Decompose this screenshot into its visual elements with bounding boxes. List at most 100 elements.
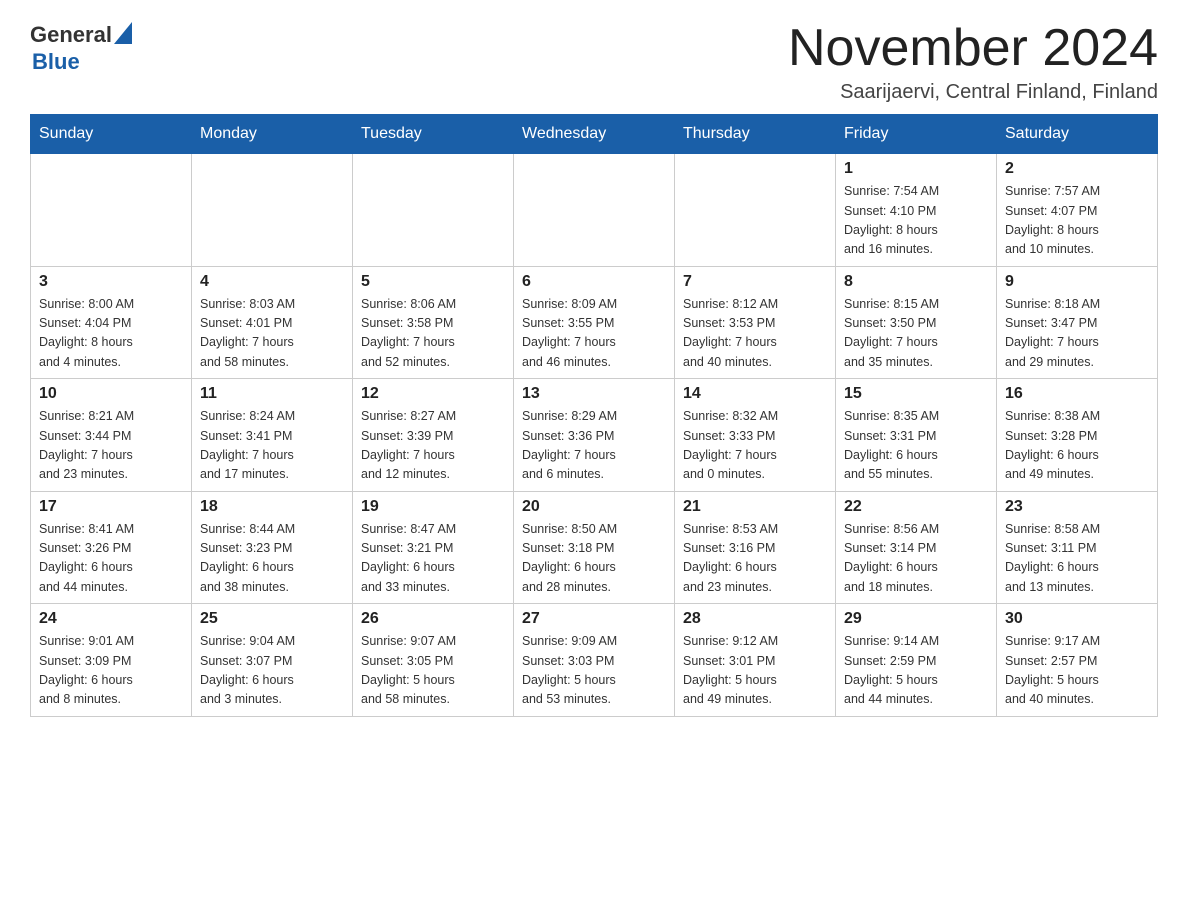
day-number: 7 (683, 273, 827, 291)
day-number: 15 (844, 385, 988, 403)
calendar-cell: 23 Sunrise: 8:58 AM Sunset: 3:11 PM Dayli… (997, 491, 1158, 604)
calendar-cell: 26Sunrise: 9:07 AM Sunset: 3:05 PM Dayli… (353, 604, 514, 717)
day-info: Sunrise: 7:54 AM Sunset: 4:10 PM Dayligh… (844, 182, 988, 260)
day-number: 30 (1005, 610, 1149, 628)
weekday-header-tuesday: Tuesday (353, 115, 514, 154)
weekday-header-wednesday: Wednesday (514, 115, 675, 154)
calendar-cell: 10 Sunrise: 8:21 AM Sunset: 3:44 PM Dayli… (31, 379, 192, 492)
calendar-cell (192, 154, 353, 267)
calendar-cell (675, 154, 836, 267)
day-number: 4 (200, 273, 344, 291)
location-title: Saarijaervi, Central Finland, Finland (788, 81, 1158, 104)
week-row-5: 24Sunrise: 9:01 AM Sunset: 3:09 PM Dayli… (31, 604, 1158, 717)
day-number: 20 (522, 498, 666, 516)
logo-general-text: General (30, 22, 112, 48)
weekday-header-monday: Monday (192, 115, 353, 154)
logo-triangle-icon (114, 22, 132, 44)
calendar-cell: 2 Sunrise: 7:57 AM Sunset: 4:07 PM Daylig… (997, 154, 1158, 267)
calendar-cell: 27 Sunrise: 9:09 AM Sunset: 3:03 PM Dayli… (514, 604, 675, 717)
day-number: 11 (200, 385, 344, 403)
day-number: 18 (200, 498, 344, 516)
day-info: Sunrise: 8:38 AM Sunset: 3:28 PM Dayligh… (1005, 407, 1149, 485)
day-number: 23 (1005, 498, 1149, 516)
day-info: Sunrise: 8:24 AM Sunset: 3:41 PM Dayligh… (200, 407, 344, 485)
day-number: 8 (844, 273, 988, 291)
day-number: 17 (39, 498, 183, 516)
weekday-header-thursday: Thursday (675, 115, 836, 154)
day-info: Sunrise: 8:50 AM Sunset: 3:18 PM Dayligh… (522, 520, 666, 598)
week-row-4: 17 Sunrise: 8:41 AM Sunset: 3:26 PM Dayli… (31, 491, 1158, 604)
day-info: Sunrise: 8:47 AM Sunset: 3:21 PM Dayligh… (361, 520, 505, 598)
day-info: Sunrise: 8:44 AM Sunset: 3:23 PM Dayligh… (200, 520, 344, 598)
day-number: 12 (361, 385, 505, 403)
day-number: 24 (39, 610, 183, 628)
weekday-header-row: SundayMondayTuesdayWednesdayThursdayFrid… (31, 115, 1158, 154)
calendar-cell (353, 154, 514, 267)
logo-blue-text: Blue (32, 49, 80, 75)
calendar-cell: 24Sunrise: 9:01 AM Sunset: 3:09 PM Dayli… (31, 604, 192, 717)
day-info: Sunrise: 9:04 AM Sunset: 3:07 PM Dayligh… (200, 632, 344, 710)
day-number: 19 (361, 498, 505, 516)
day-info: Sunrise: 8:12 AM Sunset: 3:53 PM Dayligh… (683, 295, 827, 373)
day-info: Sunrise: 8:03 AM Sunset: 4:01 PM Dayligh… (200, 295, 344, 373)
week-row-1: 1Sunrise: 7:54 AM Sunset: 4:10 PM Daylig… (31, 154, 1158, 267)
week-row-3: 10 Sunrise: 8:21 AM Sunset: 3:44 PM Dayli… (31, 379, 1158, 492)
day-number: 5 (361, 273, 505, 291)
day-info: Sunrise: 9:14 AM Sunset: 2:59 PM Dayligh… (844, 632, 988, 710)
week-row-2: 3Sunrise: 8:00 AM Sunset: 4:04 PM Daylig… (31, 266, 1158, 379)
month-title: November 2024 (788, 20, 1158, 77)
day-info: Sunrise: 8:41 AM Sunset: 3:26 PM Dayligh… (39, 520, 183, 598)
weekday-header-saturday: Saturday (997, 115, 1158, 154)
logo: General Blue (30, 20, 132, 75)
day-number: 10 (39, 385, 183, 403)
calendar-cell: 9 Sunrise: 8:18 AM Sunset: 3:47 PM Daylig… (997, 266, 1158, 379)
day-info: Sunrise: 8:56 AM Sunset: 3:14 PM Dayligh… (844, 520, 988, 598)
day-info: Sunrise: 8:21 AM Sunset: 3:44 PM Dayligh… (39, 407, 183, 485)
calendar-cell: 6 Sunrise: 8:09 AM Sunset: 3:55 PM Daylig… (514, 266, 675, 379)
calendar-cell: 15 Sunrise: 8:35 AM Sunset: 3:31 PM Dayli… (836, 379, 997, 492)
day-number: 21 (683, 498, 827, 516)
day-number: 25 (200, 610, 344, 628)
day-info: Sunrise: 9:09 AM Sunset: 3:03 PM Dayligh… (522, 632, 666, 710)
day-number: 13 (522, 385, 666, 403)
calendar-cell: 29 Sunrise: 9:14 AM Sunset: 2:59 PM Dayli… (836, 604, 997, 717)
calendar-cell: 21 Sunrise: 8:53 AM Sunset: 3:16 PM Dayli… (675, 491, 836, 604)
weekday-header-friday: Friday (836, 115, 997, 154)
calendar-cell: 16 Sunrise: 8:38 AM Sunset: 3:28 PM Dayli… (997, 379, 1158, 492)
day-number: 6 (522, 273, 666, 291)
day-number: 16 (1005, 385, 1149, 403)
calendar-cell: 7 Sunrise: 8:12 AM Sunset: 3:53 PM Daylig… (675, 266, 836, 379)
weekday-header-sunday: Sunday (31, 115, 192, 154)
calendar-cell: 20 Sunrise: 8:50 AM Sunset: 3:18 PM Dayli… (514, 491, 675, 604)
calendar-cell: 8 Sunrise: 8:15 AM Sunset: 3:50 PM Daylig… (836, 266, 997, 379)
day-number: 2 (1005, 160, 1149, 178)
day-info: Sunrise: 8:27 AM Sunset: 3:39 PM Dayligh… (361, 407, 505, 485)
calendar-cell: 19 Sunrise: 8:47 AM Sunset: 3:21 PM Dayli… (353, 491, 514, 604)
day-number: 14 (683, 385, 827, 403)
day-info: Sunrise: 7:57 AM Sunset: 4:07 PM Dayligh… (1005, 182, 1149, 260)
calendar-cell: 14Sunrise: 8:32 AM Sunset: 3:33 PM Dayli… (675, 379, 836, 492)
day-info: Sunrise: 8:09 AM Sunset: 3:55 PM Dayligh… (522, 295, 666, 373)
day-info: Sunrise: 9:12 AM Sunset: 3:01 PM Dayligh… (683, 632, 827, 710)
calendar-cell: 4 Sunrise: 8:03 AM Sunset: 4:01 PM Daylig… (192, 266, 353, 379)
day-number: 9 (1005, 273, 1149, 291)
calendar-cell: 5Sunrise: 8:06 AM Sunset: 3:58 PM Daylig… (353, 266, 514, 379)
calendar-cell: 12 Sunrise: 8:27 AM Sunset: 3:39 PM Dayli… (353, 379, 514, 492)
page-header: General Blue November 2024 Saarijaervi, … (30, 20, 1158, 104)
day-info: Sunrise: 8:15 AM Sunset: 3:50 PM Dayligh… (844, 295, 988, 373)
day-number: 28 (683, 610, 827, 628)
calendar-cell: 25 Sunrise: 9:04 AM Sunset: 3:07 PM Dayli… (192, 604, 353, 717)
day-info: Sunrise: 9:07 AM Sunset: 3:05 PM Dayligh… (361, 632, 505, 710)
day-info: Sunrise: 8:53 AM Sunset: 3:16 PM Dayligh… (683, 520, 827, 598)
calendar-cell: 17 Sunrise: 8:41 AM Sunset: 3:26 PM Dayli… (31, 491, 192, 604)
calendar-cell (31, 154, 192, 267)
calendar-cell (514, 154, 675, 267)
day-number: 27 (522, 610, 666, 628)
calendar-cell: 18 Sunrise: 8:44 AM Sunset: 3:23 PM Dayli… (192, 491, 353, 604)
day-info: Sunrise: 8:58 AM Sunset: 3:11 PM Dayligh… (1005, 520, 1149, 598)
calendar-cell: 11 Sunrise: 8:24 AM Sunset: 3:41 PM Dayli… (192, 379, 353, 492)
calendar-cell: 3Sunrise: 8:00 AM Sunset: 4:04 PM Daylig… (31, 266, 192, 379)
day-info: Sunrise: 8:35 AM Sunset: 3:31 PM Dayligh… (844, 407, 988, 485)
day-number: 29 (844, 610, 988, 628)
day-info: Sunrise: 8:18 AM Sunset: 3:47 PM Dayligh… (1005, 295, 1149, 373)
